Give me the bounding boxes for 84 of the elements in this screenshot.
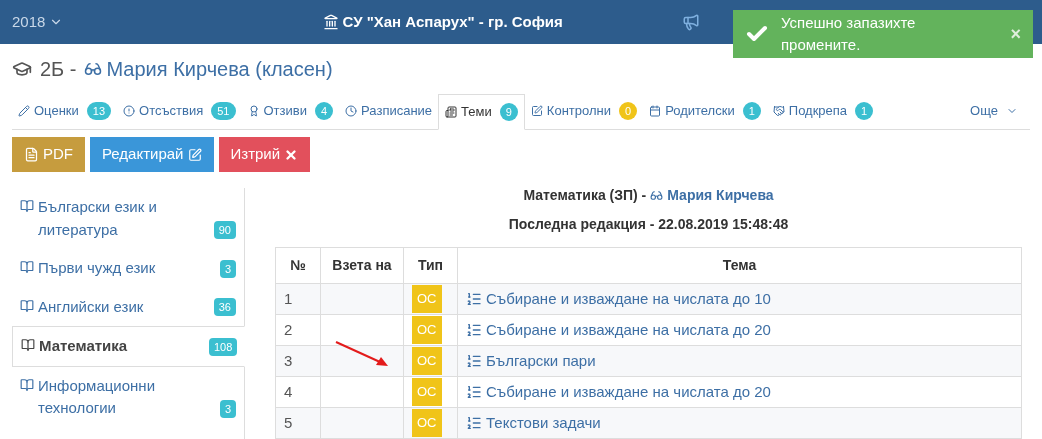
tab-icon — [123, 105, 136, 117]
toast-message: Успешно запазихте промените. — [781, 12, 917, 55]
count-badge: 3 — [219, 399, 236, 418]
glasses-icon — [650, 188, 664, 202]
document-icon — [24, 147, 39, 162]
tab[interactable]: Отсъствия 51 — [117, 93, 242, 129]
subject-item[interactable]: Български език и литература 90 — [12, 188, 244, 249]
type-badge: ОС — [412, 378, 442, 406]
tab[interactable]: Родителски 1 — [643, 93, 767, 129]
class-label: 2Б - — [40, 57, 77, 82]
numbered-list-icon — [466, 384, 482, 400]
numbered-list-icon — [466, 322, 482, 338]
type-badge: ОС — [412, 316, 442, 344]
book-icon — [20, 377, 34, 392]
table-cell: 3 — [275, 345, 321, 377]
numbered-list-icon — [466, 291, 482, 307]
book-icon — [20, 199, 34, 213]
year-dropdown[interactable]: 2018 — [12, 10, 64, 34]
subject-label: Английски език — [38, 296, 145, 317]
tab-icon — [345, 105, 358, 117]
subject-item[interactable]: Информационни технологии 3 — [12, 366, 244, 428]
tab[interactable]: Разписание — [339, 93, 439, 129]
tab-icon — [530, 105, 543, 117]
graduation-cap-icon — [12, 59, 32, 79]
type-badge: ОС — [412, 347, 442, 375]
tab[interactable]: Подкрепа 1 — [766, 93, 880, 129]
glasses-icon — [84, 60, 103, 78]
count-badge: 9 — [499, 103, 518, 121]
action-button[interactable]: Изтрий — [218, 137, 311, 172]
book-icon — [20, 298, 34, 313]
tab-icon — [772, 105, 785, 117]
bank-icon — [322, 14, 339, 30]
count-badge: 13 — [86, 102, 112, 120]
count-badge: 0 — [619, 102, 638, 120]
teacher-link[interactable]: Мария Кирчева — [667, 184, 774, 206]
type-badge: ОС — [412, 285, 442, 313]
count-badge: 1 — [742, 102, 761, 120]
table-cell: 2 — [275, 314, 321, 346]
book-icon — [20, 260, 34, 274]
column-header: № — [275, 247, 321, 284]
more-dropdown[interactable]: Още — [958, 93, 1030, 129]
arrow-annotation — [334, 340, 390, 368]
tab-icon — [649, 105, 662, 117]
count-badge: 4 — [314, 102, 334, 120]
subject-item[interactable]: Математика 108 — [12, 326, 245, 367]
tab[interactable]: Отзиви 4 — [241, 93, 340, 129]
column-header: Тема — [457, 247, 1022, 284]
megaphone-icon[interactable] — [682, 13, 700, 31]
subject-title: Математика (ЗП) - — [523, 185, 647, 205]
type-badge: ОС — [412, 409, 442, 437]
teacher-name: Мария Кирчева (класен) — [106, 57, 333, 82]
column-header: Тип — [403, 247, 458, 284]
edit-icon — [187, 147, 202, 162]
topic-link[interactable]: Български пари — [486, 349, 596, 373]
close-icon — [284, 147, 299, 162]
count-badge: 108 — [209, 337, 238, 356]
action-button[interactable]: Редактирай — [90, 137, 214, 172]
tab[interactable]: Контролни 0 — [524, 93, 644, 129]
count-badge: 36 — [213, 298, 236, 316]
subject-label: Математика — [39, 336, 129, 356]
subject-item[interactable]: Първи чужд език 3 — [12, 249, 244, 288]
count-badge: 51 — [211, 102, 236, 120]
tab[interactable]: Теми 9 — [438, 94, 525, 130]
last-edit-text: Последна редакция - 22.08.2019 15:48:48 — [507, 215, 790, 234]
table-cell: 4 — [275, 376, 321, 408]
count-badge: 1 — [855, 102, 874, 120]
tab[interactable]: Оценки 13 — [12, 93, 118, 129]
subject-label: Информационни технологии — [38, 375, 156, 418]
numbered-list-icon — [466, 353, 482, 369]
tab-icon — [247, 105, 260, 117]
subject-label: Първи чужд език — [38, 258, 157, 278]
tab-icon — [445, 106, 458, 118]
school-title: СУ "Хан Аспарух" - гр. София — [342, 11, 563, 32]
subject-item[interactable]: Английски език 36 — [12, 287, 244, 326]
table-cell: 1 — [275, 283, 321, 315]
table-cell: 5 — [275, 407, 321, 439]
tab-icon — [18, 105, 30, 117]
subject-label: Български език и литература — [38, 197, 158, 240]
count-badge: 90 — [213, 221, 236, 239]
numbered-list-icon — [466, 415, 482, 431]
book-icon — [21, 338, 35, 352]
topic-link[interactable]: Текстови задачи — [486, 411, 601, 435]
count-badge: 3 — [219, 259, 236, 278]
column-header: Взета на — [320, 247, 404, 284]
